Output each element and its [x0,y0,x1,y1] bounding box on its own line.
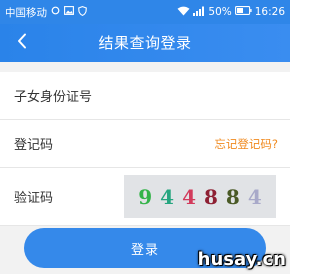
forgot-code-link[interactable]: 忘记登记码? [214,120,278,168]
id-number-input[interactable] [0,72,290,119]
status-bar: 中国移动 50% 16:26 [0,0,290,24]
screen: 中国移动 50% 16:26 结果查询登录 子女身份证号 登记码 忘记登记码? … [0,0,290,274]
status-left: 中国移动 [5,5,87,20]
id-number-row: 子女身份证号 [0,72,290,120]
captcha-char: 4 [182,184,196,209]
verification-code-input[interactable] [0,168,120,225]
captcha-image[interactable]: 944884 [124,175,276,218]
circle-icon [51,6,60,18]
login-form: 子女身份证号 登记码 忘记登记码? 验证码 944884 [0,72,290,226]
page-title: 结果查询登录 [98,34,192,52]
captcha-char: 4 [247,184,262,209]
signal-icon [193,6,205,19]
shield-icon [78,5,87,19]
wifi-icon [177,6,190,19]
image-icon [64,6,74,18]
captcha-char: 4 [160,184,175,209]
captcha-char: 8 [204,184,218,209]
verification-code-row: 验证码 944884 [0,168,290,226]
captcha-char: 8 [225,184,240,209]
battery-percent: 50% [208,6,232,18]
watermark: husay.cn [197,249,286,270]
battery-icon [234,6,252,18]
captcha-char: 9 [138,184,153,209]
registration-code-row: 登记码 忘记登记码? [0,120,290,168]
clock-time: 16:26 [254,6,285,18]
carrier-name: 中国移动 [5,6,47,19]
app-header: 结果查询登录 [0,24,290,62]
status-right: 50% 16:26 [177,6,285,19]
